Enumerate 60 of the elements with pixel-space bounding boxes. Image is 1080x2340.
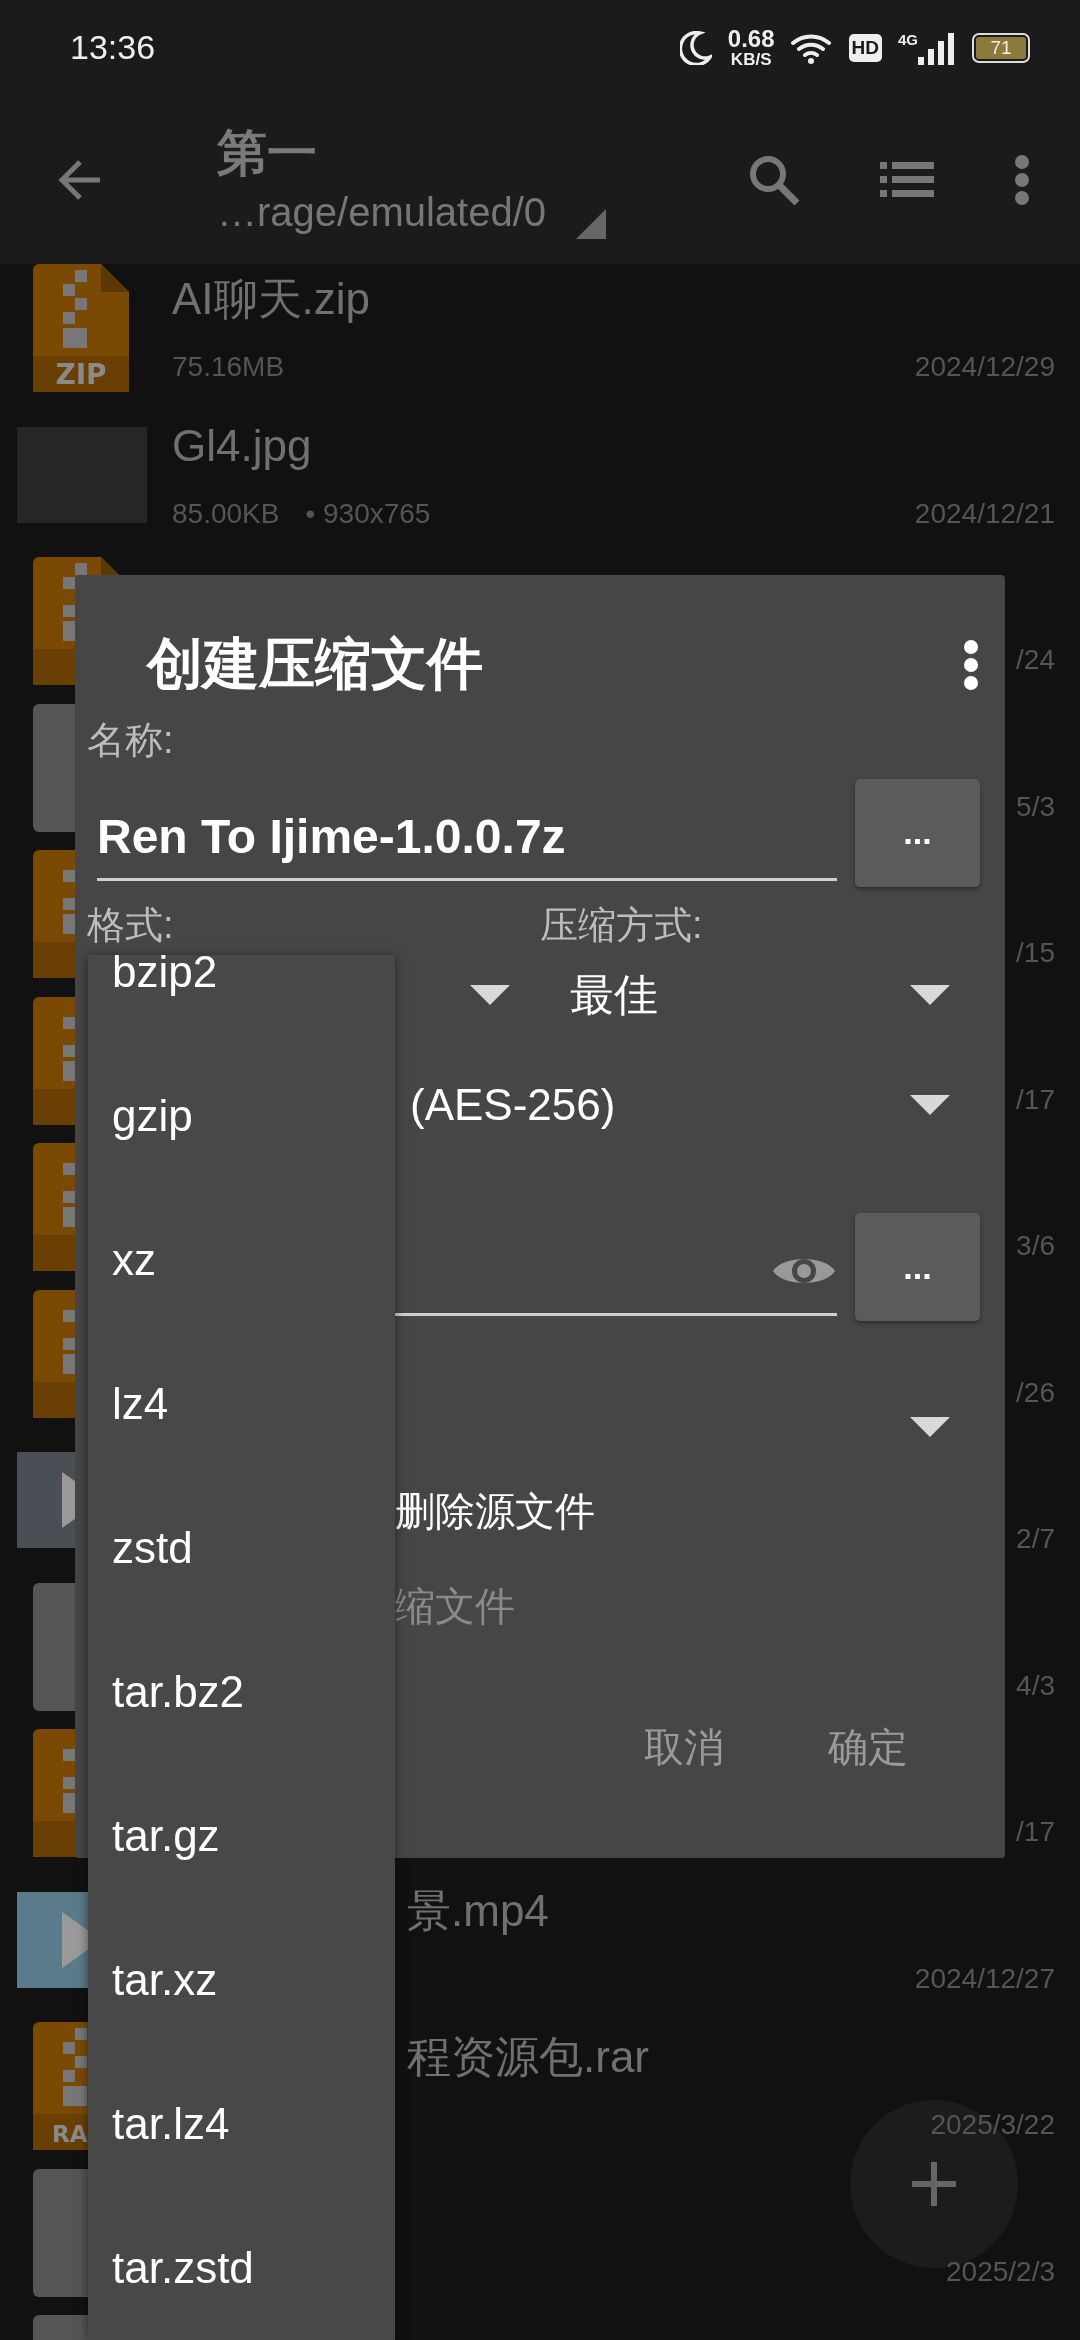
file-date: 2024/12/29 (914, 351, 1055, 384)
file-date: 2024/12/21 (914, 497, 1055, 530)
back-arrow-icon[interactable] (58, 157, 102, 202)
encryption-select[interactable]: (AES-256) (410, 1050, 980, 1160)
compression-method-select[interactable]: 最佳 (540, 965, 980, 1025)
format-option[interactable]: tar.gz (88, 1764, 395, 1908)
file-date: /24 (1016, 644, 1055, 677)
image-dimensions: • 930x765 (305, 497, 431, 530)
file-date: /15 (1016, 937, 1055, 970)
list-view-icon[interactable] (880, 161, 934, 198)
hd-badge: HD (848, 33, 882, 62)
archive-file-icon: ZIP (33, 264, 129, 393)
network-speed: 0.68 (727, 27, 775, 51)
file-date: 2024/12/27 (914, 1962, 1055, 1995)
folder-path[interactable]: …rage/emulated/0 (217, 184, 547, 239)
format-option[interactable]: tar.zstd (88, 2196, 395, 2340)
file-date: /17 (1016, 1083, 1055, 1116)
format-option[interactable]: gzip (88, 1044, 395, 1188)
moon-icon (679, 30, 712, 65)
file-size: 75.16MB (172, 351, 285, 384)
plus-icon (912, 2162, 956, 2206)
dropdown-arrow-icon (910, 1095, 950, 1115)
dropdown-arrow-icon (910, 985, 950, 1005)
file-size: 85.00KB (172, 497, 280, 530)
format-option[interactable]: tar.bz2 (88, 1620, 395, 1764)
wifi-icon (790, 31, 833, 64)
file-date: /17 (1016, 1816, 1055, 1849)
more-icon[interactable] (1014, 153, 1030, 206)
dropdown-arrow-icon (910, 1416, 950, 1437)
archive-name-field[interactable]: Ren To Ijime-1.0.0.7z (97, 794, 837, 881)
format-option[interactable]: xz (88, 1188, 395, 1332)
format-option[interactable]: zstd (88, 1476, 395, 1620)
speed-unit: KB/S (730, 51, 772, 68)
dropdown-arrow-icon (470, 985, 510, 1005)
file-date: 2/7 (1016, 1523, 1055, 1556)
more-icon[interactable] (962, 639, 980, 691)
file-date: 3/6 (1016, 1230, 1055, 1263)
format-option[interactable]: bzip2 (88, 955, 395, 1044)
signal-icon (918, 30, 956, 65)
file-name[interactable]: AI聊天.zip (172, 273, 1055, 326)
file-date: 2025/3/22 (930, 2109, 1055, 2142)
format-option[interactable]: lz4 (88, 1332, 395, 1476)
corner-triangle-icon[interactable] (576, 208, 607, 239)
delete-source-option[interactable]: 删除源文件 (395, 1484, 595, 1539)
battery-level-text: 71 (976, 36, 1026, 59)
browse-button[interactable]: ... (855, 1213, 980, 1321)
file-name[interactable]: Gl4.jpg (172, 419, 1055, 472)
folder-title: 第一 (217, 123, 318, 183)
file-date: 2025/2/3 (946, 2255, 1055, 2288)
dialog-title: 创建压缩文件 (147, 631, 483, 697)
network-type: 4G (898, 30, 918, 48)
search-icon[interactable] (748, 153, 800, 206)
name-label: 名称: (87, 717, 174, 763)
file-date: 5/3 (1016, 790, 1055, 823)
method-label: 压缩方式: (540, 902, 704, 948)
browse-button[interactable]: ... (855, 778, 980, 887)
file-date: /26 (1016, 1376, 1055, 1409)
clock-time: 13:36 (70, 28, 157, 67)
format-label: 格式: (87, 902, 175, 948)
file-date: 4/3 (1016, 1669, 1055, 1702)
